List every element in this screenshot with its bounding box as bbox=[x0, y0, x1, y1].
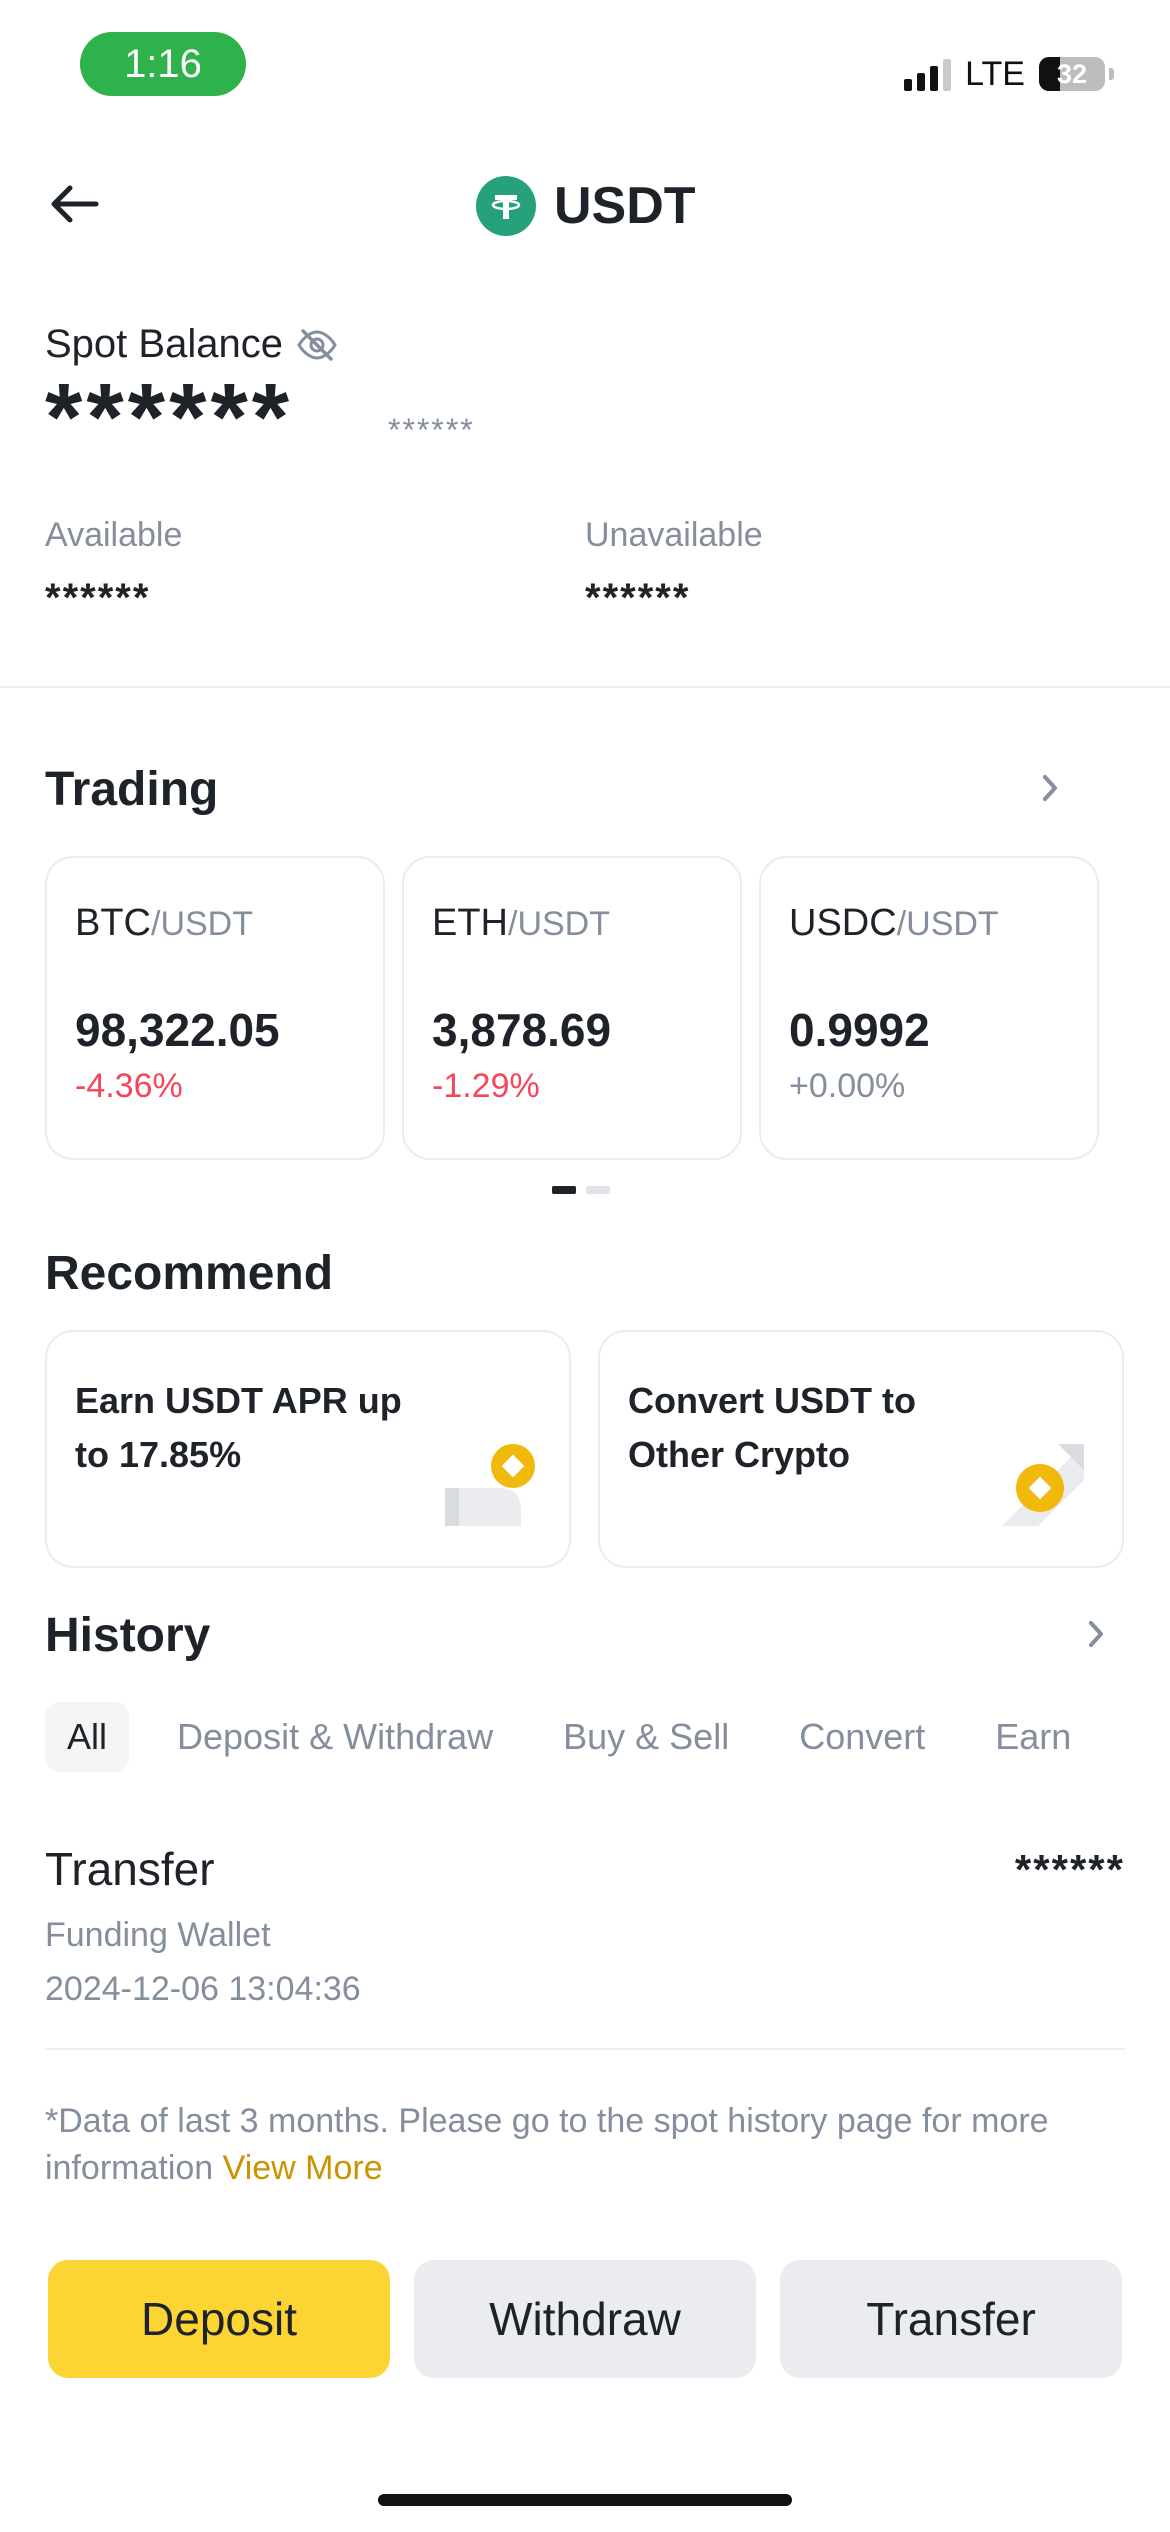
deposit-button[interactable]: Deposit bbox=[48, 2260, 390, 2378]
trading-pair-card-eth[interactable]: ETH/USDT 3,878.69 -1.29% bbox=[402, 856, 742, 1160]
home-indicator bbox=[378, 2494, 792, 2506]
trading-pair-card-usdc[interactable]: USDC/USDT 0.9992 +0.00% bbox=[759, 856, 1099, 1160]
history-item-date: 2024-12-06 13:04:36 bbox=[45, 1970, 361, 2008]
pair-name: USDC/USDT bbox=[789, 902, 1069, 945]
trading-title: Trading bbox=[45, 763, 219, 816]
divider bbox=[0, 686, 1170, 688]
tether-icon bbox=[476, 176, 536, 236]
pair-base: ETH bbox=[432, 902, 508, 944]
pair-price: 0.9992 bbox=[789, 1004, 930, 1056]
history-note: *Data of last 3 months. Please go to the… bbox=[45, 2098, 1125, 2192]
pair-change: -4.36% bbox=[75, 1067, 183, 1105]
status-time: 1:16 bbox=[80, 32, 246, 96]
carousel-indicator bbox=[552, 1186, 610, 1194]
signal-icon bbox=[904, 57, 952, 91]
page-header: USDT bbox=[476, 174, 696, 238]
history-tabs: All Deposit & Withdraw Buy & Sell Conver… bbox=[45, 1702, 1119, 1772]
trading-more-button[interactable] bbox=[1030, 768, 1070, 808]
pair-change: +0.00% bbox=[789, 1067, 906, 1105]
chevron-right-icon bbox=[1043, 775, 1057, 801]
convert-illustration-icon bbox=[1002, 1444, 1084, 1526]
divider bbox=[45, 2048, 1125, 2050]
chevron-right-icon bbox=[1089, 1621, 1103, 1647]
tab-convert[interactable]: Convert bbox=[777, 1702, 947, 1772]
tab-buy-sell[interactable]: Buy & Sell bbox=[541, 1702, 751, 1772]
pair-price: 3,878.69 bbox=[432, 1004, 612, 1056]
pair-name: BTC/USDT bbox=[75, 902, 355, 945]
spot-balance-text: Spot Balance bbox=[45, 322, 283, 366]
carousel-dot bbox=[586, 1186, 610, 1194]
unavailable-label: Unavailable bbox=[585, 516, 763, 554]
earn-illustration-icon bbox=[445, 1444, 535, 1526]
spot-balance-fiat: ****** bbox=[388, 412, 475, 448]
battery-level: 32 bbox=[1056, 58, 1088, 89]
battery-icon: 32 bbox=[1039, 57, 1105, 91]
unavailable-value: ****** bbox=[585, 576, 691, 620]
pair-quote: /USDT bbox=[896, 905, 999, 943]
available-value: ****** bbox=[45, 576, 151, 620]
recommend-card-text: Earn USDT APR up to 17.85% bbox=[75, 1380, 402, 1475]
spot-balance-label: Spot Balance bbox=[45, 322, 339, 367]
spot-balance-value: ****** bbox=[45, 364, 294, 471]
history-note-text: *Data of last 3 months. Please go to the… bbox=[45, 2102, 1049, 2187]
tab-all[interactable]: All bbox=[45, 1702, 130, 1772]
transfer-button[interactable]: Transfer bbox=[780, 2260, 1122, 2378]
back-button[interactable] bbox=[48, 176, 112, 232]
view-more-link[interactable]: View More bbox=[223, 2149, 383, 2187]
available-label: Available bbox=[45, 516, 183, 554]
pair-change: -1.29% bbox=[432, 1067, 540, 1105]
page-title: USDT bbox=[554, 177, 696, 235]
history-item-subtitle: Funding Wallet bbox=[45, 1916, 271, 1954]
pair-name: ETH/USDT bbox=[432, 902, 712, 945]
eye-off-icon[interactable] bbox=[295, 328, 339, 362]
pair-base: BTC bbox=[75, 902, 151, 944]
tab-earn[interactable]: Earn bbox=[973, 1702, 1093, 1772]
recommend-title: Recommend bbox=[45, 1247, 334, 1300]
history-item-amount: ****** bbox=[1014, 1846, 1125, 1893]
arrow-left-icon bbox=[51, 185, 99, 223]
pair-quote: /USDT bbox=[151, 905, 253, 943]
withdraw-button[interactable]: Withdraw bbox=[414, 2260, 756, 2378]
pair-quote: /USDT bbox=[508, 905, 610, 943]
pair-price: 98,322.05 bbox=[75, 1004, 280, 1056]
pair-base: USDC bbox=[789, 902, 897, 944]
tab-deposit-withdraw[interactable]: Deposit & Withdraw bbox=[155, 1702, 515, 1772]
carousel-dot-active bbox=[552, 1186, 576, 1194]
recommend-card-earn[interactable]: Earn USDT APR up to 17.85% bbox=[45, 1330, 571, 1568]
status-indicators: LTE 32 bbox=[904, 52, 1114, 96]
history-item-title[interactable]: Transfer bbox=[45, 1842, 215, 1896]
network-type: LTE bbox=[965, 54, 1025, 93]
history-title: History bbox=[45, 1609, 211, 1662]
recommend-card-text: Convert USDT to Other Crypto bbox=[628, 1380, 916, 1475]
recommend-card-convert[interactable]: Convert USDT to Other Crypto bbox=[598, 1330, 1124, 1568]
trading-pair-card-btc[interactable]: BTC/USDT 98,322.05 -4.36% bbox=[45, 856, 385, 1160]
history-more-button[interactable] bbox=[1076, 1614, 1116, 1654]
